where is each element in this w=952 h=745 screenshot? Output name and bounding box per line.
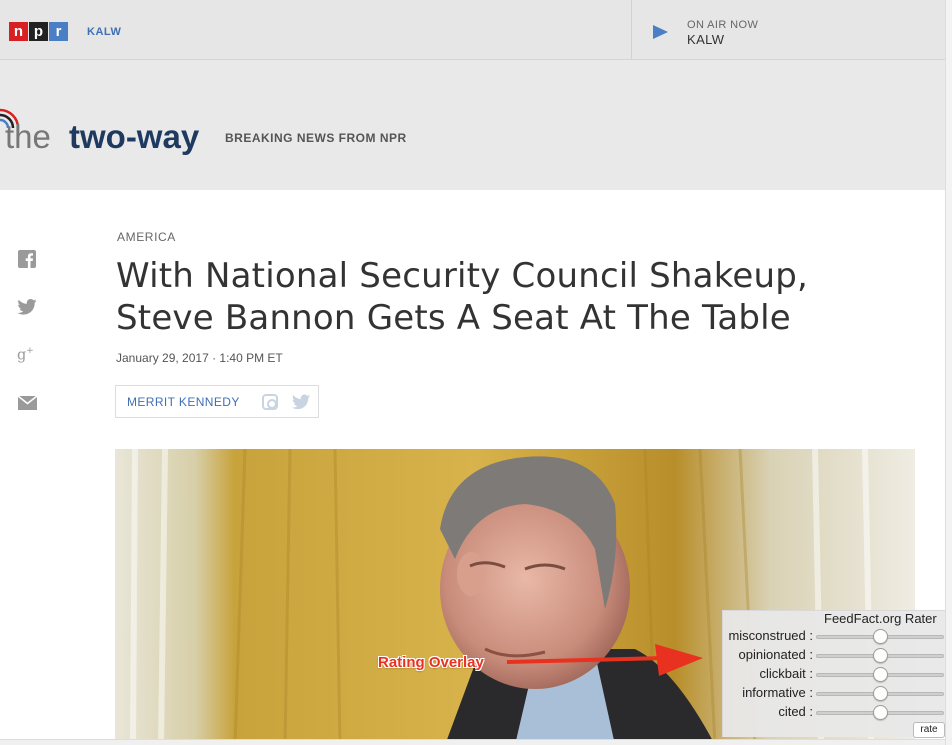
rater-row-cited: cited : xyxy=(723,703,946,722)
rater-slider-thumb[interactable] xyxy=(872,629,888,644)
rater-title: FeedFact.org Rater xyxy=(824,611,937,626)
article-headline: With National Security Council Shakeup, … xyxy=(116,256,809,338)
npr-logo-letter-r: r xyxy=(49,22,68,41)
station-link[interactable]: KALW xyxy=(87,26,121,38)
facebook-icon[interactable] xyxy=(17,249,37,269)
twitter-icon[interactable] xyxy=(17,297,37,317)
author-link[interactable]: MERRIT KENNEDY xyxy=(127,395,240,409)
svg-text:+: + xyxy=(26,346,34,356)
feedfact-rater: FeedFact.org Rater misconstrued : opinio… xyxy=(722,610,946,738)
blog-title[interactable]: two-way xyxy=(69,118,199,156)
rater-row-clickbait: clickbait : xyxy=(723,665,946,684)
rater-slider-thumb[interactable] xyxy=(872,648,888,663)
rater-label: misconstrued : xyxy=(728,628,813,643)
annotation-label: Rating Overlay xyxy=(378,654,484,671)
rater-row-opinionated: opinionated : xyxy=(723,646,946,665)
annotation-arrow-icon xyxy=(506,644,703,676)
google-plus-icon[interactable]: g + xyxy=(17,344,37,364)
page: n p r KALW ON AIR NOW KALW the two-way B… xyxy=(0,0,952,745)
blog-title-prefix[interactable]: the xyxy=(5,118,51,156)
npr-logo[interactable]: n p r xyxy=(9,22,69,41)
horizontal-scrollbar[interactable] xyxy=(0,739,945,745)
on-air-station: KALW xyxy=(687,32,725,47)
on-air-label: ON AIR NOW xyxy=(687,19,759,31)
rater-row-informative: informative : xyxy=(723,684,946,703)
npr-logo-letter-n: n xyxy=(9,22,28,41)
article-slug[interactable]: AMERICA xyxy=(117,230,176,244)
rate-button[interactable]: rate xyxy=(913,722,945,738)
npr-logo-letter-p: p xyxy=(29,22,48,41)
svg-text:g: g xyxy=(17,347,26,363)
instagram-icon[interactable] xyxy=(262,394,278,410)
article-date: January 29, 2017 · 1:40 PM ET xyxy=(116,351,283,365)
rater-slider-thumb[interactable] xyxy=(872,705,888,720)
rater-label: informative : xyxy=(742,685,813,700)
rater-label: clickbait : xyxy=(759,666,813,681)
rater-row-misconstrued: misconstrued : xyxy=(723,627,946,646)
rater-slider-thumb[interactable] xyxy=(872,686,888,701)
email-icon[interactable] xyxy=(17,393,37,413)
blog-tagline: BREAKING NEWS FROM NPR xyxy=(225,131,407,145)
author-byline: MERRIT KENNEDY xyxy=(115,385,319,418)
play-icon[interactable] xyxy=(653,25,668,39)
rater-label: cited : xyxy=(778,704,813,719)
npr-top-bar: n p r KALW ON AIR NOW KALW xyxy=(0,0,945,60)
on-air-player[interactable]: ON AIR NOW KALW xyxy=(631,0,945,60)
vertical-scrollbar[interactable] xyxy=(945,0,952,745)
rater-label: opinionated : xyxy=(738,647,813,662)
blog-header: the two-way BREAKING NEWS FROM NPR xyxy=(0,60,945,190)
rater-slider-thumb[interactable] xyxy=(872,667,888,682)
